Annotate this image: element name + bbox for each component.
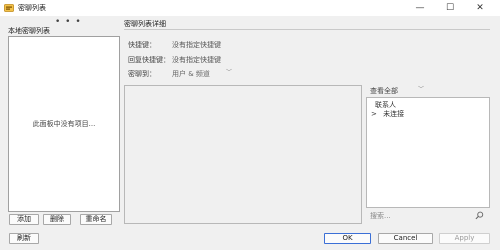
panel-grip-icon: • • • xyxy=(55,17,82,27)
maximize-icon: ☐ xyxy=(445,3,455,13)
reply-shortcut-field[interactable]: 没有指定快捷键 xyxy=(172,55,232,65)
title-bar: 密聊列表 — ☐ ✕ xyxy=(0,0,500,16)
rename-button[interactable]: 重命名 xyxy=(80,214,112,225)
tree-item-label: 联系人 xyxy=(375,101,396,109)
ok-button[interactable]: OK xyxy=(324,233,371,244)
tree-item-contacts[interactable]: 联系人 xyxy=(375,101,396,110)
search-icon[interactable] xyxy=(475,211,484,220)
send-to-select[interactable]: 用户 & 频道 ﹀ xyxy=(168,68,234,79)
filter-value: 查看全部 xyxy=(370,86,398,95)
local-list-title: 本地密聊列表 xyxy=(8,27,50,35)
tree-item-disconnected[interactable]: > 未连接 xyxy=(371,110,404,119)
shortcut-field[interactable]: 没有指定快捷键 xyxy=(172,40,232,50)
apply-button[interactable]: Apply xyxy=(439,233,490,244)
close-icon: ✕ xyxy=(476,3,484,13)
maximize-button[interactable]: ☐ xyxy=(438,0,462,16)
refresh-button[interactable]: 刷新 xyxy=(9,233,39,244)
chevron-down-icon: ﹀ xyxy=(417,86,424,93)
contacts-filter-select[interactable]: 查看全部 ﹀ xyxy=(368,85,426,96)
window-title: 密聊列表 xyxy=(18,4,46,12)
shortcut-label: 快捷键： xyxy=(128,41,156,49)
search-placeholder: 搜索... xyxy=(370,211,391,220)
add-button[interactable]: 添加 xyxy=(9,214,39,225)
cancel-button[interactable]: Cancel xyxy=(378,233,433,244)
send-to-label: 密聊到： xyxy=(128,70,156,78)
details-divider xyxy=(124,29,490,30)
contacts-tree[interactable]: 联系人 > 未连接 xyxy=(366,97,490,208)
expand-arrow-icon[interactable]: > xyxy=(371,110,377,118)
chevron-down-icon: ﹀ xyxy=(225,69,232,76)
send-to-value: 用户 & 频道 xyxy=(172,69,210,78)
minimize-button[interactable]: — xyxy=(408,0,432,16)
local-chat-list[interactable]: 此面板中没有项目... xyxy=(8,36,120,212)
app-icon xyxy=(4,4,14,12)
minimize-icon: — xyxy=(415,3,425,13)
delete-button[interactable]: 删除 xyxy=(43,214,71,225)
close-button[interactable]: ✕ xyxy=(468,0,492,16)
details-title: 密聊列表详细 xyxy=(124,20,166,28)
reply-shortcut-label: 回复快捷键： xyxy=(128,56,170,64)
empty-list-text: 此面板中没有项目... xyxy=(32,120,96,128)
contacts-search-input[interactable]: 搜索... xyxy=(366,209,490,222)
detail-pane xyxy=(124,85,362,224)
tree-item-label: 未连接 xyxy=(383,110,405,118)
